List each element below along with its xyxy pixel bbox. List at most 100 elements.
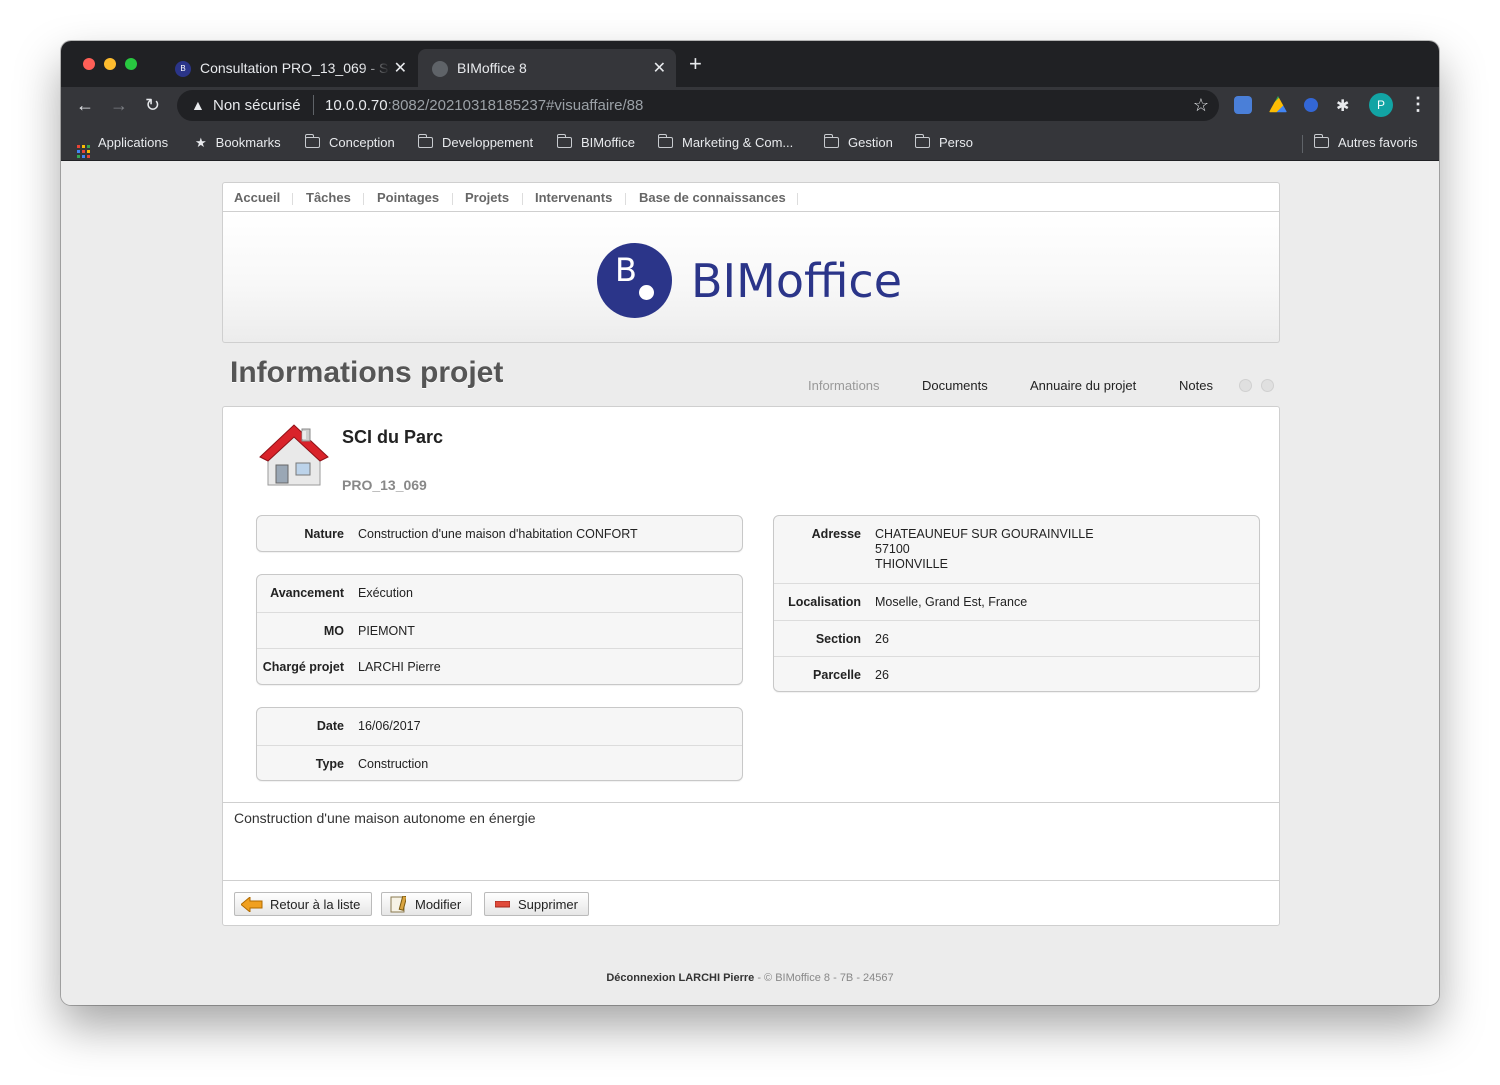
close-tab-icon[interactable]: ✕ [394,58,407,78]
divider [223,802,1279,803]
field-value: 26 [875,668,889,682]
field-row: Adresse CHATEAUNEUF SUR GOURAINVILLE 571… [774,516,1259,583]
field-label: Chargé projet [262,660,344,674]
menu-intervenants[interactable]: Intervenants [535,190,612,205]
logo-banner: B BIMoffice [222,212,1280,343]
field-label: Section [815,631,861,646]
folder-icon [823,134,839,148]
delete-button[interactable]: Supprimer [484,892,589,916]
translate-extension-icon[interactable] [1234,96,1252,114]
close-tab-icon[interactable]: ✕ [653,58,666,78]
bookmark-folder-perso[interactable]: Perso [914,134,973,150]
star-icon: ★ [195,135,207,150]
browser-toolbar: ← → ↻ ▲ Non sécurisé 10.0.0.70:8082/2021… [61,87,1439,125]
page-viewport: Accueil Tâches Pointages Projets Interve… [61,161,1439,1005]
house-icon [259,424,329,486]
field-row: Type Construction [257,744,742,781]
divider [313,95,314,115]
menu-pointages[interactable]: Pointages [377,190,439,205]
bookmark-folder-conception[interactable]: Conception [304,134,395,150]
divider [223,880,1279,881]
bookmark-applications[interactable]: Applications [77,135,168,158]
field-row: Date 16/06/2017 [257,708,742,745]
page-footer: Déconnexion LARCHI Pierre - © BIMoffice … [61,972,1439,984]
tab-notes[interactable]: Notes [1179,378,1213,393]
tab-documents[interactable]: Documents [922,378,988,393]
forward-arrow-icon[interactable]: → [110,95,128,116]
project-name: SCI du Parc [342,427,444,447]
bookmark-folder-other[interactable]: Autres favoris [1313,134,1417,150]
back-arrow-icon[interactable]: ← [76,95,94,116]
edit-document-icon [390,896,406,913]
project-description: Construction d'une maison autonome en én… [234,810,536,826]
bimoffice-logo-icon: B [597,243,672,318]
bookmark-folder-gestion[interactable]: Gestion [823,134,893,150]
logo-text: BIMoffice [691,254,903,308]
prev-arrow-button[interactable] [1239,379,1252,392]
bimoffice-favicon-icon: B [175,61,191,77]
page-title: Informations projet [230,356,504,389]
field-label: MO [323,623,344,638]
menu-taches[interactable]: Tâches [306,190,351,205]
drive-extension-icon[interactable] [1269,96,1287,113]
status-box: Avancement Exécution MO PIEMONT Chargé p… [256,574,743,685]
reload-icon[interactable]: ↻ [145,95,160,116]
folder-icon [1313,134,1329,148]
minimize-window-button[interactable] [104,58,116,70]
close-window-button[interactable] [83,58,95,70]
security-label: Non sécurisé [213,97,301,114]
back-to-list-button[interactable]: Retour à la liste [234,892,372,916]
extension-blue-icon[interactable] [1304,98,1318,112]
nature-box: Nature Construction d'une maison d'habit… [256,515,743,552]
globe-icon [432,61,448,77]
field-row: Nature Construction d'une maison d'habit… [257,516,742,551]
bookmark-folder-bimoffice[interactable]: BIMoffice [556,134,635,150]
field-row: Avancement Exécution [257,575,742,612]
menu-base-connaissances[interactable]: Base de connaissances [639,190,786,205]
folder-icon [657,134,673,148]
app-menu-bar: Accueil Tâches Pointages Projets Interve… [222,182,1280,212]
url-text: 10.0.0.70:8082/20210318185237#visuaffair… [325,97,644,114]
minus-icon [495,901,510,908]
field-label: Localisation [788,595,861,609]
tab-informations[interactable]: Informations [808,378,880,393]
bookmark-folder-developpement[interactable]: Developpement [417,134,533,150]
menu-divider [452,193,453,205]
field-value: 16/06/2017 [358,719,421,733]
bookmarks-bar: Applications ★ Bookmarks Conception Devel… [61,125,1439,161]
field-row: Localisation Moselle, Grand Est, France [774,583,1259,620]
browser-tab-bimoffice[interactable]: BIMoffice 8 ✕ [418,49,676,87]
bookmark-bookmarks[interactable]: ★ Bookmarks [195,135,281,151]
new-tab-button[interactable]: + [689,53,702,75]
warning-icon: ▲ [191,97,205,113]
bookmark-folder-marketing[interactable]: Marketing & Com... [657,134,793,150]
browser-tab-consultation[interactable]: B Consultation PRO_13_069 - SCI du Parc … [161,49,417,87]
edit-button[interactable]: Modifier [381,892,472,916]
tab-annuaire[interactable]: Annuaire du projet [1030,378,1136,393]
field-label: Date [316,719,344,733]
field-row: Parcelle 26 [774,656,1259,691]
menu-divider [797,193,798,205]
location-box: Adresse CHATEAUNEUF SUR GOURAINVILLE 571… [773,515,1260,692]
folder-icon [914,134,930,148]
field-value: Construction [358,756,429,771]
browser-menu-icon[interactable]: ⋮ [1409,94,1427,115]
profile-avatar[interactable]: P [1369,93,1393,117]
next-arrow-button[interactable] [1261,379,1274,392]
extensions-puzzle-icon[interactable]: ✱ [1336,96,1349,116]
maximize-window-button[interactable] [125,58,137,70]
field-row: MO PIEMONT [257,611,742,649]
tab-title: BIMoffice 8 [457,60,527,76]
menu-divider [363,193,364,205]
field-label: Parcelle [813,668,861,682]
address-bar[interactable]: ▲ Non sécurisé 10.0.0.70:8082/2021031818… [177,90,1219,121]
menu-accueil[interactable]: Accueil [234,190,280,205]
field-value: 26 [875,631,889,646]
logout-link[interactable]: Déconnexion LARCHI Pierre [606,972,754,984]
menu-projets[interactable]: Projets [465,190,509,205]
bookmark-star-icon[interactable]: ☆ [1193,95,1209,116]
field-label: Avancement [270,586,344,600]
browser-window: B Consultation PRO_13_069 - SCI du Parc … [61,41,1439,1005]
tab-title: Consultation PRO_13_069 - SCI du Parc [200,60,390,76]
tab-strip: B Consultation PRO_13_069 - SCI du Parc … [61,41,1439,87]
